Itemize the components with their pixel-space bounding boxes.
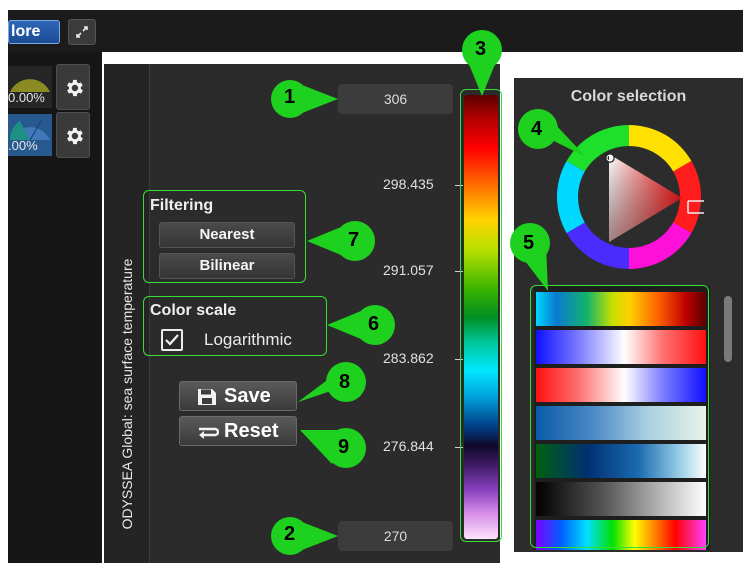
layer-settings-button[interactable] bbox=[56, 64, 90, 110]
callout-number: 1 bbox=[284, 86, 296, 108]
scale-tick-label: 276.844 bbox=[383, 438, 434, 454]
color-bar-highlight bbox=[460, 89, 502, 542]
floppy-disk-icon bbox=[198, 389, 216, 405]
more-button[interactable]: lore bbox=[8, 20, 60, 44]
callout-number: 7 bbox=[348, 229, 360, 251]
gear-icon bbox=[67, 79, 83, 97]
reset-button[interactable]: Reset bbox=[179, 416, 297, 446]
callout-marker bbox=[300, 428, 366, 468]
layer-opacity-percent: 0.00% bbox=[8, 90, 45, 105]
callout-marker bbox=[462, 30, 502, 96]
app-window: lore 0.00% .00% ODYSSEA Global: sea surf… bbox=[0, 0, 743, 563]
scale-tick-label: 283.862 bbox=[383, 350, 434, 366]
reset-label: Reset bbox=[224, 420, 279, 442]
filtering-title: Filtering bbox=[150, 197, 214, 214]
top-toolbar: lore bbox=[8, 10, 743, 52]
color-selection-title: Color selection bbox=[570, 88, 687, 105]
callout-number: 8 bbox=[339, 371, 351, 393]
callout-marker bbox=[307, 221, 375, 261]
layer-item[interactable]: 0.00% bbox=[8, 64, 102, 110]
callout-number: 2 bbox=[284, 523, 296, 545]
callout-marker bbox=[298, 362, 366, 402]
checkmark-icon bbox=[165, 334, 179, 346]
collapse-arrows-icon bbox=[76, 26, 88, 38]
logarithmic-checkbox[interactable] bbox=[161, 329, 183, 351]
logarithmic-label: Logarithmic bbox=[204, 330, 292, 349]
callout-marker bbox=[518, 109, 586, 157]
collapse-button[interactable] bbox=[68, 19, 96, 45]
callout-number: 6 bbox=[368, 313, 380, 335]
palette-scrollbar[interactable] bbox=[724, 296, 732, 362]
callout-number: 3 bbox=[475, 38, 487, 60]
callout-marker bbox=[327, 305, 395, 345]
color-scale-title: Color scale bbox=[150, 302, 237, 319]
range-max-input[interactable]: 306 bbox=[338, 84, 453, 114]
return-arrow-icon bbox=[199, 427, 219, 439]
callout-marker bbox=[271, 80, 338, 118]
layer-opacity-percent: .00% bbox=[8, 138, 38, 153]
layer-item-selected[interactable]: .00% bbox=[8, 112, 102, 158]
layer-title: ODYSSEA Global: sea surface temperature bbox=[119, 258, 135, 530]
scale-tick-label: 298.435 bbox=[383, 176, 434, 192]
callout-number: 9 bbox=[338, 436, 350, 458]
callout-marker bbox=[271, 517, 338, 555]
save-button[interactable]: Save bbox=[179, 381, 297, 411]
callout-number: 5 bbox=[523, 232, 535, 254]
range-min-input[interactable]: 270 bbox=[338, 521, 453, 551]
layer-thumbnail[interactable]: .00% bbox=[8, 114, 52, 156]
layer-settings-button[interactable] bbox=[56, 112, 90, 158]
gear-icon bbox=[67, 127, 83, 145]
layer-thumbnail[interactable]: 0.00% bbox=[8, 66, 52, 108]
layers-panel: 0.00% .00% bbox=[8, 52, 102, 563]
filter-nearest-button[interactable]: Nearest bbox=[159, 222, 295, 248]
scale-tick-label: 291.057 bbox=[383, 262, 434, 278]
filter-bilinear-button[interactable]: Bilinear bbox=[159, 253, 295, 279]
save-label: Save bbox=[224, 385, 271, 407]
palette-highlight bbox=[530, 285, 709, 548]
callout-number: 4 bbox=[531, 118, 543, 140]
